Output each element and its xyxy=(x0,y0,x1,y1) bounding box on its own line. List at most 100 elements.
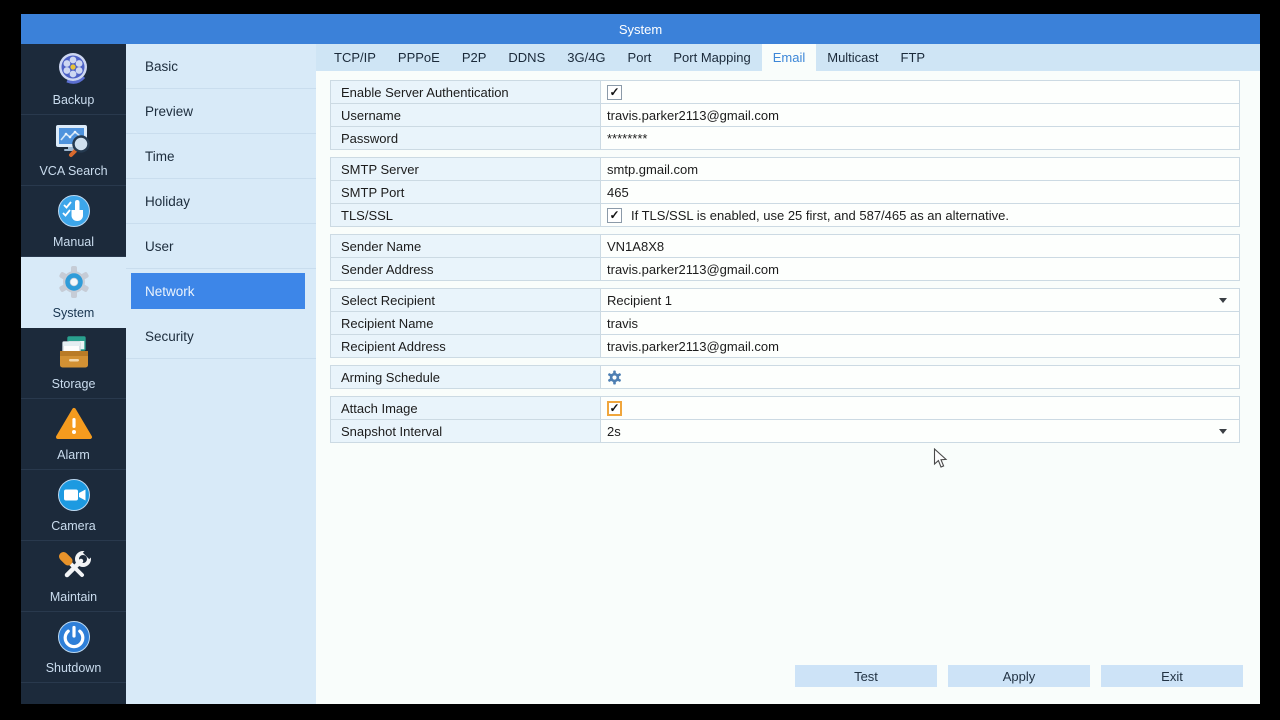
tab-email[interactable]: Email xyxy=(762,44,817,71)
tls-ssl-note: If TLS/SSL is enabled, use 25 first, and… xyxy=(631,208,1009,223)
sidebar-item-label: Maintain xyxy=(50,590,97,604)
field-value: ✓ If TLS/SSL is enabled, use 25 first, a… xyxy=(601,204,1239,226)
action-buttons: Test Apply Exit xyxy=(795,665,1243,687)
chevron-down-icon[interactable] xyxy=(1219,298,1227,303)
field-label: SMTP Port xyxy=(331,181,601,203)
sidebar-item-label: Camera xyxy=(51,519,95,533)
field-label: Snapshot Interval xyxy=(331,420,601,442)
check-icon: ✓ xyxy=(609,86,619,98)
field-label: TLS/SSL xyxy=(331,204,601,226)
submenu-item-preview[interactable]: Preview xyxy=(126,89,316,134)
vca-search-icon xyxy=(54,122,94,163)
field-value: ✓ xyxy=(601,397,1239,419)
backup-icon xyxy=(55,51,93,92)
snapshot-interval-select[interactable]: 2s xyxy=(601,420,1239,442)
smtp-server-field[interactable]: smtp.gmail.com xyxy=(601,158,1239,180)
submenu-item-network[interactable]: Network xyxy=(131,273,305,309)
tab-ftp[interactable]: FTP xyxy=(890,44,937,71)
snapshot-interval-value: 2s xyxy=(607,424,621,439)
recipient-address-field[interactable]: travis.parker2113@gmail.com xyxy=(601,335,1239,357)
sidebar-item-label: Alarm xyxy=(57,448,90,462)
email-settings-form: Enable Server Authentication ✓ Username … xyxy=(330,81,1240,443)
window-titlebar: System xyxy=(21,14,1260,44)
form-row-arming-schedule: Arming Schedule xyxy=(330,365,1240,389)
submenu-item-basic[interactable]: Basic xyxy=(126,44,316,89)
field-label: SMTP Server xyxy=(331,158,601,180)
field-value: ✓ xyxy=(601,81,1239,103)
recipient-name-field[interactable]: travis xyxy=(601,312,1239,334)
sidebar-item-system[interactable]: System xyxy=(21,257,126,328)
sidebar-item-label: VCA Search xyxy=(39,164,107,178)
tab-pppoe[interactable]: PPPoE xyxy=(387,44,451,71)
form-row-password: Password ******** xyxy=(330,126,1240,150)
password-field[interactable]: ******** xyxy=(601,127,1239,149)
field-label: Select Recipient xyxy=(331,289,601,311)
field-label: Sender Address xyxy=(331,258,601,280)
sidebar-item-shutdown[interactable]: Shutdown xyxy=(21,612,126,683)
form-row-select-recipient: Select Recipient Recipient 1 xyxy=(330,288,1240,312)
system-submenu: Basic Preview Time Holiday User Network … xyxy=(126,44,316,704)
shutdown-power-icon xyxy=(55,619,93,660)
username-field[interactable]: travis.parker2113@gmail.com xyxy=(601,104,1239,126)
screen-background: System Backup VCA Search Manual Sy xyxy=(0,0,1280,720)
system-window: System Backup VCA Search Manual Sy xyxy=(21,14,1260,704)
sender-name-field[interactable]: VN1A8X8 xyxy=(601,235,1239,257)
tab-port-mapping[interactable]: Port Mapping xyxy=(662,44,761,71)
arming-schedule-gear-button[interactable] xyxy=(607,370,622,385)
form-row-smtp-port: SMTP Port 465 xyxy=(330,180,1240,204)
form-row-username: Username travis.parker2113@gmail.com xyxy=(330,103,1240,127)
field-label: Enable Server Authentication xyxy=(331,81,601,103)
test-button[interactable]: Test xyxy=(795,665,937,687)
sidebar-item-label: Shutdown xyxy=(46,661,102,675)
form-row-attach-image: Attach Image ✓ xyxy=(330,396,1240,420)
sidebar-item-camera[interactable]: Camera xyxy=(21,470,126,541)
submenu-item-user[interactable]: User xyxy=(126,224,316,269)
tab-p2p[interactable]: P2P xyxy=(451,44,498,71)
form-row-smtp-server: SMTP Server smtp.gmail.com xyxy=(330,157,1240,181)
system-gear-icon xyxy=(55,264,93,305)
sidebar-item-manual[interactable]: Manual xyxy=(21,186,126,257)
camera-icon xyxy=(55,477,93,518)
submenu-item-holiday[interactable]: Holiday xyxy=(126,179,316,224)
form-row-recipient-address: Recipient Address travis.parker2113@gmai… xyxy=(330,334,1240,358)
sidebar-item-maintain[interactable]: Maintain xyxy=(21,541,126,612)
submenu-item-security[interactable]: Security xyxy=(126,314,316,359)
check-icon: ✓ xyxy=(609,402,619,414)
apply-button[interactable]: Apply xyxy=(948,665,1090,687)
tab-multicast[interactable]: Multicast xyxy=(816,44,889,71)
form-row-tls-ssl: TLS/SSL ✓ If TLS/SSL is enabled, use 25 … xyxy=(330,203,1240,227)
tls-ssl-checkbox[interactable]: ✓ xyxy=(607,208,622,223)
alarm-warning-icon xyxy=(55,406,93,447)
submenu-item-time[interactable]: Time xyxy=(126,134,316,179)
tab-port[interactable]: Port xyxy=(617,44,663,71)
check-icon: ✓ xyxy=(609,209,619,221)
tab-ddns[interactable]: DDNS xyxy=(497,44,556,71)
server-auth-checkbox[interactable]: ✓ xyxy=(607,85,622,100)
manual-icon xyxy=(55,193,93,234)
sidebar-item-backup[interactable]: Backup xyxy=(21,44,126,115)
field-label: Arming Schedule xyxy=(331,366,601,388)
sidebar-item-alarm[interactable]: Alarm xyxy=(21,399,126,470)
attach-image-checkbox[interactable]: ✓ xyxy=(607,401,622,416)
tab-tcpip[interactable]: TCP/IP xyxy=(323,44,387,71)
form-row-recipient-name: Recipient Name travis xyxy=(330,311,1240,335)
sidebar-item-vca-search[interactable]: VCA Search xyxy=(21,115,126,186)
chevron-down-icon[interactable] xyxy=(1219,429,1227,434)
sidebar-item-storage[interactable]: Storage xyxy=(21,328,126,399)
sender-address-field[interactable]: travis.parker2113@gmail.com xyxy=(601,258,1239,280)
maintain-tools-icon xyxy=(55,548,93,589)
sidebar-item-label: System xyxy=(53,306,95,320)
form-row-sender-address: Sender Address travis.parker2113@gmail.c… xyxy=(330,257,1240,281)
window-content: Backup VCA Search Manual System Storage xyxy=(21,44,1260,704)
sidebar-item-label: Backup xyxy=(53,93,95,107)
exit-button[interactable]: Exit xyxy=(1101,665,1243,687)
main-sidebar: Backup VCA Search Manual System Storage xyxy=(21,44,126,704)
field-label: Password xyxy=(331,127,601,149)
field-label: Attach Image xyxy=(331,397,601,419)
main-panel: TCP/IP PPPoE P2P DDNS 3G/4G Port Port Ma… xyxy=(316,44,1260,704)
sidebar-item-label: Manual xyxy=(53,235,94,249)
field-label: Sender Name xyxy=(331,235,601,257)
tab-3g4g[interactable]: 3G/4G xyxy=(556,44,616,71)
recipient-select[interactable]: Recipient 1 xyxy=(601,289,1239,311)
smtp-port-field[interactable]: 465 xyxy=(601,181,1239,203)
